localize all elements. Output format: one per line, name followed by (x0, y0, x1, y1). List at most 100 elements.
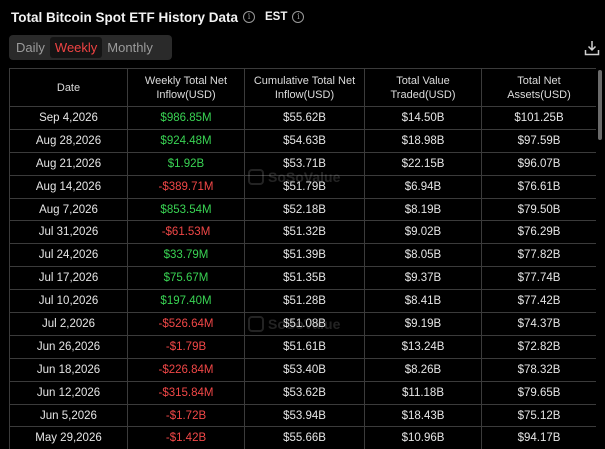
tab-monthly[interactable]: Monthly (102, 37, 158, 58)
weekly-inflow-cell: -$526.64M (127, 312, 245, 336)
cumulative-inflow-cell: $51.35B (244, 266, 365, 291)
column-header-date[interactable]: Date (9, 68, 128, 107)
column-header-value-traded[interactable]: Total Value Traded(USD) (364, 68, 482, 107)
table-row[interactable]: Aug 7,2026 $853.54M $52.18B $8.19B $79.50B (9, 197, 596, 222)
tab-daily[interactable]: Daily (11, 37, 50, 58)
net-assets-cell: $77.42B (481, 289, 596, 314)
weekly-inflow-cell: -$389.71M (127, 174, 245, 199)
cumulative-inflow-cell: $53.94B (244, 403, 365, 428)
cumulative-inflow-cell: $54.63B (244, 128, 365, 153)
value-traded-cell: $8.05B (364, 243, 482, 268)
info-icon[interactable]: i (243, 11, 256, 23)
date-cell: Jul 2,2026 (9, 312, 128, 336)
weekly-inflow-cell: $853.54M (127, 197, 245, 222)
net-assets-cell: $77.82B (481, 243, 596, 268)
table-header-row: Date Weekly Total Net Inflow(USD) Cumula… (9, 68, 596, 107)
date-cell: Sep 4,2026 (9, 106, 128, 130)
value-traded-cell: $18.43B (364, 403, 482, 428)
net-assets-cell: $94.17B (481, 426, 596, 449)
date-cell: Aug 28,2026 (9, 128, 128, 153)
net-assets-cell: $76.29B (481, 220, 596, 245)
download-icon[interactable] (584, 40, 600, 56)
cumulative-inflow-cell: $52.18B (244, 197, 365, 222)
cumulative-inflow-cell: $51.28B (244, 289, 365, 314)
date-cell: Jul 17,2026 (9, 266, 128, 291)
weekly-inflow-cell: -$1.72B (127, 403, 245, 428)
net-assets-cell: $74.37B (481, 312, 596, 336)
weekly-inflow-cell: -$1.42B (127, 426, 245, 449)
cumulative-inflow-cell: $55.66B (244, 426, 365, 449)
cumulative-inflow-cell: $55.62B (244, 106, 365, 130)
net-assets-cell: $79.50B (481, 197, 596, 222)
cumulative-inflow-cell: $53.71B (244, 151, 365, 176)
date-cell: Jul 24,2026 (9, 243, 128, 268)
etf-history-table: Date Weekly Total Net Inflow(USD) Cumula… (9, 68, 596, 449)
weekly-inflow-cell: $197.40M (127, 289, 245, 314)
value-traded-cell: $22.15B (364, 151, 482, 176)
value-traded-cell: $13.24B (364, 334, 482, 359)
weekly-inflow-cell: $986.85M (127, 106, 245, 130)
table-row[interactable]: Jun 26,2026 -$1.79B $51.61B $13.24B $72.82B (9, 334, 596, 359)
table-scrollbar[interactable] (598, 70, 602, 140)
cumulative-inflow-cell: $53.62B (244, 380, 365, 405)
date-cell: Aug 7,2026 (9, 197, 128, 222)
weekly-inflow-cell: -$315.84M (127, 380, 245, 405)
value-traded-cell: $8.26B (364, 357, 482, 382)
weekly-inflow-cell: $33.79M (127, 243, 245, 268)
net-assets-cell: $97.59B (481, 128, 596, 153)
value-traded-cell: $6.94B (364, 174, 482, 199)
table-row[interactable]: Aug 14,2026 -$389.71M $51.79B $6.94B $76.61B (9, 174, 596, 199)
weekly-inflow-cell: -$61.53M (127, 220, 245, 245)
weekly-inflow-cell: $924.48M (127, 128, 245, 153)
table-row[interactable]: Jul 10,2026 $197.40M $51.28B $8.41B $77.42B (9, 289, 596, 314)
weekly-inflow-cell: -$226.84M (127, 357, 245, 382)
cumulative-inflow-cell: $53.40B (244, 357, 365, 382)
tab-weekly[interactable]: Weekly (49, 37, 103, 58)
table-row[interactable]: Aug 21,2026 $1.92B $53.71B $22.15B $96.07B (9, 151, 596, 176)
table-body: Sep 4,2026 $986.85M $55.62B $14.50B $101.25B… (9, 106, 596, 449)
period-selector: Daily Weekly Monthly (9, 35, 172, 60)
date-cell: Aug 14,2026 (9, 174, 128, 199)
cumulative-inflow-cell: $51.08B (244, 312, 365, 336)
cumulative-inflow-cell: $51.39B (244, 243, 365, 268)
date-cell: Aug 21,2026 (9, 151, 128, 176)
table-row[interactable]: Jun 12,2026 -$315.84M $53.62B $11.18B $79.65… (9, 380, 596, 405)
date-cell: Jun 18,2026 (9, 357, 128, 382)
weekly-inflow-cell: -$1.79B (127, 334, 245, 359)
table-row[interactable]: Jul 31,2026 -$61.53M $51.32B $9.02B $76.29B (9, 220, 596, 245)
net-assets-cell: $76.61B (481, 174, 596, 199)
column-header-weekly-inflow[interactable]: Weekly Total Net Inflow(USD) (127, 68, 245, 107)
table-row[interactable]: Jul 24,2026 $33.79M $51.39B $8.05B $77.82B (9, 243, 596, 268)
value-traded-cell: $9.19B (364, 312, 482, 336)
column-header-net-assets[interactable]: Total Net Assets(USD) (481, 68, 596, 107)
cumulative-inflow-cell: $51.32B (244, 220, 365, 245)
date-cell: Jun 26,2026 (9, 334, 128, 359)
date-cell: Jun 12,2026 (9, 380, 128, 405)
value-traded-cell: $10.96B (364, 426, 482, 449)
date-cell: Jul 31,2026 (9, 220, 128, 245)
net-assets-cell: $101.25B (481, 106, 596, 130)
value-traded-cell: $11.18B (364, 380, 482, 405)
date-cell: Jun 5,2026 (9, 403, 128, 428)
table-row[interactable]: Jun 18,2026 -$226.84M $53.40B $8.26B $78.32B (9, 357, 596, 382)
cumulative-inflow-cell: $51.79B (244, 174, 365, 199)
date-cell: May 29,2026 (9, 426, 128, 449)
date-cell: Jul 10,2026 (9, 289, 128, 314)
value-traded-cell: $8.41B (364, 289, 482, 314)
weekly-inflow-cell: $75.67M (127, 266, 245, 291)
timezone-info-icon[interactable]: i (292, 11, 305, 23)
page-header: Total Bitcoin Spot ETF History Data i ES… (11, 8, 305, 26)
timezone-label: EST (265, 11, 288, 23)
column-header-cumulative-inflow[interactable]: Cumulative Total Net Inflow(USD) (244, 68, 365, 107)
table-row[interactable]: Aug 28,2026 $924.48M $54.63B $18.98B $97.59B (9, 128, 596, 153)
net-assets-cell: $79.65B (481, 380, 596, 405)
table-row[interactable]: Sep 4,2026 $986.85M $55.62B $14.50B $101.25B (9, 106, 596, 130)
net-assets-cell: $78.32B (481, 357, 596, 382)
net-assets-cell: $77.74B (481, 266, 596, 291)
value-traded-cell: $9.37B (364, 266, 482, 291)
table-row[interactable]: Jul 2,2026 -$526.64M $51.08B $9.19B $74.37B (9, 312, 596, 336)
table-row[interactable]: Jun 5,2026 -$1.72B $53.94B $18.43B $75.12B (9, 403, 596, 428)
table-row[interactable]: Jul 17,2026 $75.67M $51.35B $9.37B $77.74B (9, 266, 596, 291)
value-traded-cell: $14.50B (364, 106, 482, 130)
table-row[interactable]: May 29,2026 -$1.42B $55.66B $10.96B $94.17B (9, 426, 596, 449)
